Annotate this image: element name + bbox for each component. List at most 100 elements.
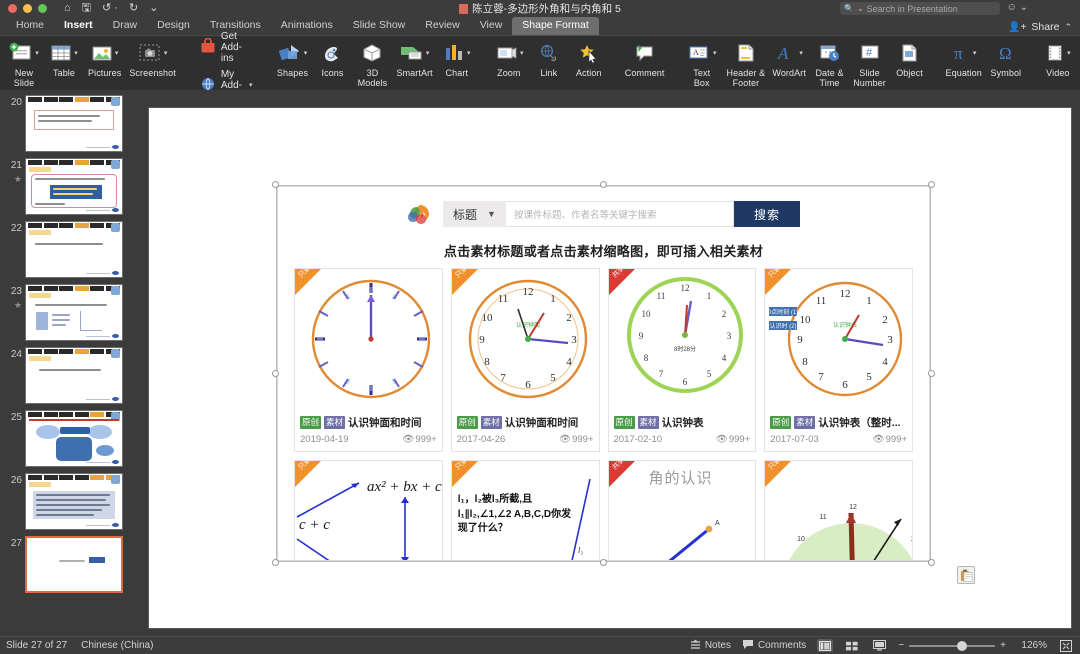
new-slide-caret-icon[interactable]: ▾ <box>35 49 39 57</box>
notes-button[interactable]: Notes <box>690 639 731 653</box>
thumbnail-row[interactable]: 24 <box>0 344 140 407</box>
feedback-smiley-icon[interactable]: ☺ ⌄ <box>1007 2 1028 13</box>
comment-button[interactable]: Comment <box>621 38 669 78</box>
search-in-presentation[interactable]: 🔍 ⌄ Search in Presentation <box>840 2 1000 15</box>
get-addins-button[interactable]: Get Add-ins <box>198 30 255 65</box>
slide-thumbnail-24[interactable] <box>25 347 123 404</box>
screenshot-button[interactable]: ▾ Screenshot <box>125 38 180 78</box>
pictures-button[interactable]: ▾ Pictures <box>84 38 125 78</box>
minimize-window-button[interactable] <box>23 3 32 13</box>
slide-number-button[interactable]: # Slide Number <box>850 38 890 88</box>
material-thumbnail[interactable]: 只录 1211 102 <box>765 461 912 560</box>
material-search-button[interactable]: 搜索 <box>733 201 800 227</box>
thumbnail-row[interactable]: 23 ★ <box>0 281 140 344</box>
thumbnail-row[interactable]: 26 <box>0 470 140 533</box>
table-caret-icon[interactable]: ▾ <box>74 49 78 57</box>
wordart-button[interactable]: A ▾ WordArt <box>769 38 810 78</box>
tab-home[interactable]: Home <box>6 17 54 35</box>
zoom-caret-icon[interactable]: ▾ <box>520 49 524 57</box>
redo-icon[interactable]: ↻ <box>129 2 138 14</box>
tab-draw[interactable]: Draw <box>103 17 148 35</box>
action-button[interactable]: Action <box>569 38 609 78</box>
3d-models-button[interactable]: 3D Models <box>352 38 392 88</box>
date-time-button[interactable]: Date & Time <box>810 38 850 88</box>
chevron-down-icon[interactable]: ▼ <box>487 209 496 219</box>
embedded-material-picker-object[interactable]: 标题 ▼ 按课件标题、作者名等关键字搜索 搜索 点击素材标题或者点击素材缩略图，… <box>277 186 930 561</box>
fit-to-window-button[interactable] <box>1058 639 1074 652</box>
material-card[interactable]: 只录 l₁，l₂被l₃所截,且l₁∥l₂,∠1,∠2 A,B,C,D你发现了什么… <box>450 460 600 560</box>
wordart-caret-icon[interactable]: ▾ <box>799 49 803 57</box>
tab-review[interactable]: Review <box>415 17 469 35</box>
symbol-button[interactable]: Ω Symbol <box>986 38 1026 78</box>
text-box-button[interactable]: A ▾ Text Box <box>681 38 723 88</box>
material-title[interactable]: 认识钟表（整时... <box>818 415 900 430</box>
thumbnail-row[interactable]: 22 <box>0 218 140 281</box>
zoom-button[interactable]: ▾ Zoom <box>489 38 529 78</box>
reading-view-button[interactable] <box>871 639 887 652</box>
material-card[interactable]: 只录 原创 素材 认识钟面和时间 2019-04-19 👁 999+ <box>294 268 443 452</box>
new-slide-button[interactable]: ▾ New Slide <box>4 38 44 88</box>
slide-thumbnail-27[interactable] <box>25 536 123 593</box>
thumbnail-row[interactable]: 27 <box>0 533 140 596</box>
material-thumbnail[interactable]: 只录 ax² + bx + c = c + c ax² + bx <box>295 461 442 560</box>
material-card[interactable]: 共享 12 1 23 45 67 89 10 11 8时28分 原创 素材 认识… <box>607 268 757 452</box>
material-thumbnail[interactable]: 只录 12 1 23 45 67 8 9 10 11 认识钟面 <box>451 269 599 411</box>
material-thumbnail[interactable]: 只录 <box>295 269 442 411</box>
undo-icon[interactable]: ↺ · <box>102 2 118 14</box>
zoom-knob[interactable] <box>957 640 968 651</box>
tab-animations[interactable]: Animations <box>271 17 343 35</box>
my-addins-caret-icon[interactable]: ▾ <box>249 81 253 89</box>
thumbnail-row[interactable]: 20 <box>0 92 140 155</box>
slide-thumbnail-26[interactable] <box>25 473 123 530</box>
customize-toolbar-icon[interactable]: ⌄ <box>149 2 158 14</box>
object-button[interactable]: Object <box>890 38 930 78</box>
tab-slide-show[interactable]: Slide Show <box>343 17 416 35</box>
slide-thumbnail-22[interactable] <box>25 221 123 278</box>
search-dropdown-icon[interactable]: ⌄ <box>857 4 864 13</box>
material-thumbnail[interactable]: 只录 12 1 23 45 67 89 10 11 认识钟表 0点时刻 (1) … <box>765 269 912 411</box>
shapes-caret-icon[interactable]: ▾ <box>304 49 308 57</box>
link-button[interactable]: Link <box>529 38 569 78</box>
smartart-caret-icon[interactable]: ▾ <box>426 49 430 57</box>
language-indicator[interactable]: Chinese (China) <box>81 640 153 651</box>
zoom-percentage[interactable]: 126% <box>1017 640 1047 651</box>
material-title[interactable]: 认识钟表 <box>662 415 704 430</box>
normal-view-button[interactable] <box>817 639 834 652</box>
material-thumbnail[interactable]: 共享 12 1 23 45 67 89 10 11 8时28分 <box>608 269 756 411</box>
close-window-button[interactable] <box>8 3 17 13</box>
slide-canvas-area[interactable]: 标题 ▼ 按课件标题、作者名等关键字搜索 搜索 点击素材标题或者点击素材缩略图，… <box>140 90 1080 636</box>
chart-caret-icon[interactable]: ▾ <box>467 49 471 57</box>
slide-thumbnail-pane[interactable]: 20 21 ★ 22 23 ★ 24 25 26 27 <box>0 90 140 636</box>
smartart-button[interactable]: ▾ SmartArt <box>392 38 436 78</box>
tab-design[interactable]: Design <box>147 17 200 35</box>
material-card[interactable]: 只录 1211 102 <box>764 460 913 560</box>
video-caret-icon[interactable]: ▾ <box>1067 49 1071 57</box>
screenshot-caret-icon[interactable]: ▾ <box>164 49 168 57</box>
material-title[interactable]: 认识钟面和时间 <box>505 415 579 430</box>
header-footer-button[interactable]: Header & Footer <box>723 38 769 88</box>
zoom-track[interactable] <box>909 640 996 651</box>
equation-caret-icon[interactable]: ▾ <box>973 49 977 57</box>
material-title[interactable]: 认识钟面和时间 <box>348 415 422 430</box>
category-select[interactable]: 标题 ▼ <box>443 201 506 227</box>
maximize-window-button[interactable] <box>38 3 47 13</box>
icons-button[interactable]: Icons <box>312 38 352 78</box>
zoom-slider[interactable]: − + <box>898 640 1006 651</box>
current-slide[interactable]: 标题 ▼ 按课件标题、作者名等关键字搜索 搜索 点击素材标题或者点击素材缩略图，… <box>149 108 1071 628</box>
share-button[interactable]: Share <box>1031 21 1059 33</box>
tab-insert[interactable]: Insert <box>54 17 103 35</box>
material-card[interactable]: 只录 ax² + bx + c = c + c ax² + bx <box>294 460 443 560</box>
equation-button[interactable]: π ▾ Equation <box>942 38 986 78</box>
table-button[interactable]: ▾ Table <box>44 38 84 78</box>
material-thumbnail[interactable]: 共享 角的认识 A C <box>608 461 756 560</box>
home-icon[interactable]: ⌂ <box>64 2 71 14</box>
tab-shape-format[interactable]: Shape Format <box>512 17 599 35</box>
pictures-caret-icon[interactable]: ▾ <box>115 49 119 57</box>
tab-view[interactable]: View <box>470 17 513 35</box>
material-card[interactable]: 共享 角的认识 A C <box>607 460 757 560</box>
zoom-in-button[interactable]: + <box>1000 640 1006 651</box>
thumbnail-row[interactable]: 21 ★ <box>0 155 140 218</box>
material-card[interactable]: 只录 12 1 23 45 67 89 10 11 认识钟表 0点时刻 (1) … <box>764 268 913 452</box>
collapse-ribbon-icon[interactable]: ⌃ <box>1064 22 1072 33</box>
material-thumbnail[interactable]: 只录 l₁，l₂被l₃所截,且l₁∥l₂,∠1,∠2 A,B,C,D你发现了什么… <box>451 461 599 560</box>
